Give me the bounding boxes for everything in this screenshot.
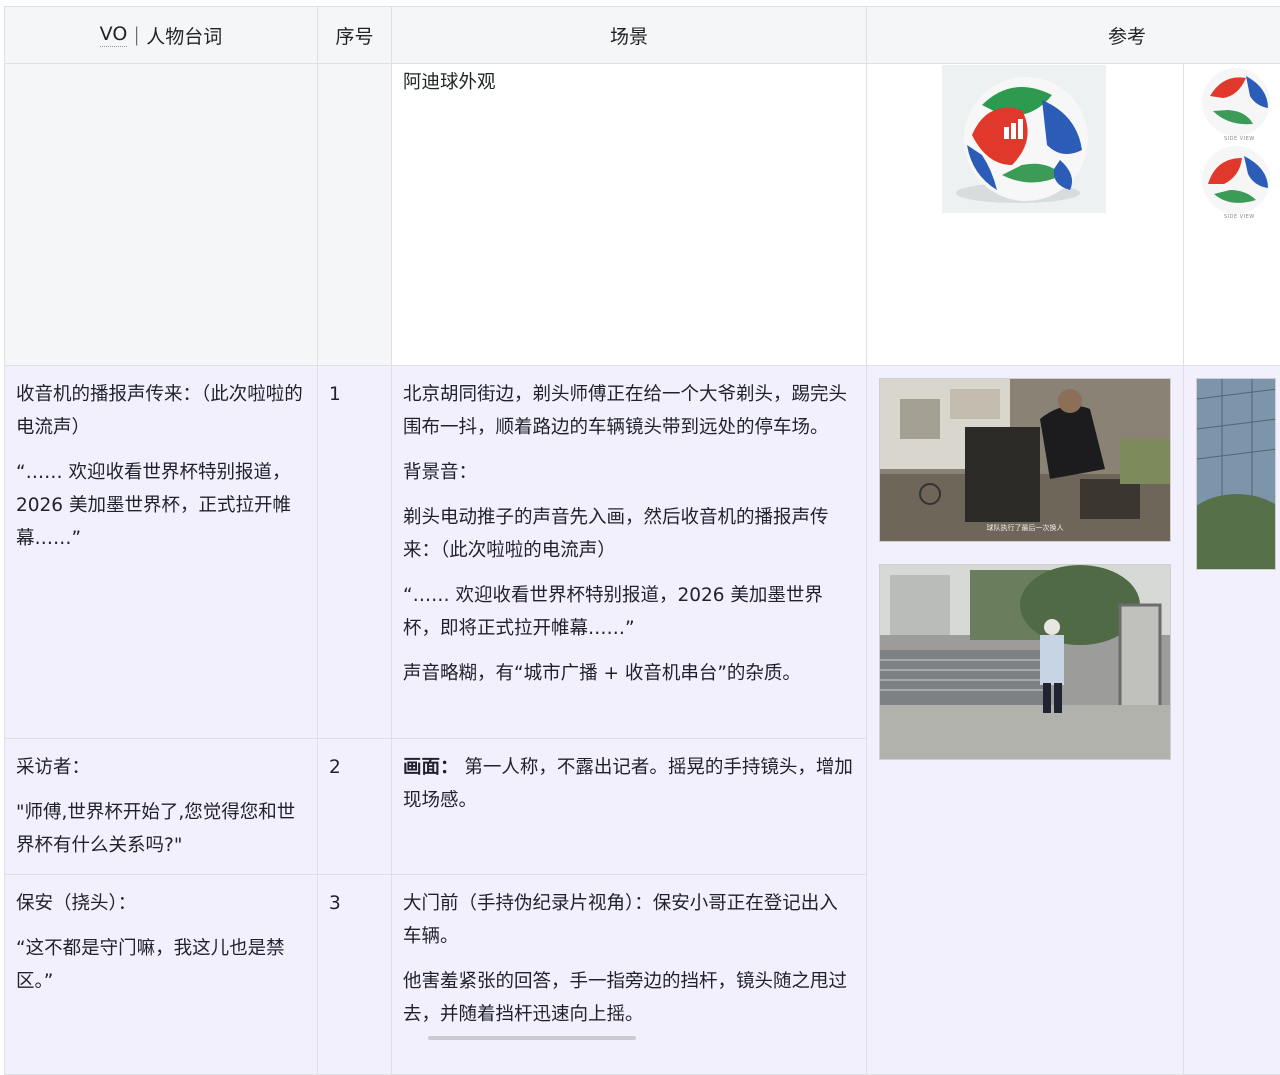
row0-reference-cell-2[interactable]: SIDE VIEW SIDE VIEW [1184,64,1280,366]
row1-vo-cell[interactable]: 收音机的播报声传来：（此次啦啦的电流声） “…… 欢迎收看世界杯特别报道，202… [4,366,318,739]
row1-scene-line-1: 北京胡同街边，剃头师傅正在给一个大爷剃头，踢完头围布一抖，顺着路边的车辆镜头带到… [403,384,848,438]
row1-scene-line-2: 背景音： [403,462,478,483]
ball-image[interactable] [942,65,1106,213]
row1-scene-cell[interactable]: 北京胡同街边，剃头师傅正在给一个大爷剃头，踢完头围布一抖，顺着路边的车辆镜头带到… [392,366,867,739]
row3-index-cell[interactable]: 3 [318,875,392,1075]
side-view-label-top: SIDE VIEW [1224,136,1255,142]
row1-vo-line-1: 收音机的播报声传来：（此次啦啦的电流声） [16,384,303,438]
header-index[interactable]: 序号 [318,6,392,64]
row2-scene-cell[interactable]: 画面： 第一人称，不露出记者。摇晃的手持镜头，增加现场感。 [392,739,867,875]
row2-scene-text: 画面： 第一人称，不露出记者。摇晃的手持镜头，增加现场感。 [403,751,855,817]
ball-side-image-top[interactable]: SIDE VIEW [1198,66,1274,142]
row3-scene-line-1: 大门前（手持伪纪录片视角）：保安小哥正在登记出入车辆。 [403,893,838,947]
row0-scene-cell[interactable]: 阿迪球外观 [392,64,867,366]
row1-index: 1 [329,384,341,405]
barber-street-photo[interactable]: 球队执行了最后一次换人 [879,378,1171,542]
barber-photo-caption: 球队执行了最后一次换人 [986,524,1064,532]
header-reference-label: 参考 [1107,25,1146,48]
row2-index: 2 [329,757,341,778]
row1-vo-line-2: “…… 欢迎收看世界杯特别报道，2026 美加墨世界杯，正式拉开帷幕……” [16,462,291,549]
row2-scene-rest: 第一人称，不露出记者。摇晃的手持镜头，增加现场感。 [403,757,853,811]
row3-vo-line-1: 保安（挠头）： [16,893,137,914]
row0-scene-text: 阿迪球外观 [403,72,496,93]
header-vo-abbr: VO [99,23,128,47]
row2-vo-cell[interactable]: 采访者： "师傅,世界杯开始了,您觉得您和世界杯有什么关系吗?" [4,739,318,875]
header-reference[interactable]: 参考 [867,6,1280,64]
row0-index-cell[interactable] [318,64,392,366]
horizontal-scrollbar[interactable] [428,1036,636,1040]
row2-scene-bold: 画面： [403,757,459,778]
building-photo[interactable] [1196,378,1276,570]
rows1-3-reference-cell-2[interactable] [1184,366,1280,1075]
row3-index: 3 [329,893,341,914]
row1-scene-line-4: “…… 欢迎收看世界杯特别报道，2026 美加墨世界杯，即将正式拉开帷幕……” [403,585,823,639]
row3-vo-line-2: “这不都是守门嘛，我这儿也是禁区。” [16,938,285,992]
rows1-3-reference-cell[interactable]: 球队执行了最后一次换人 [867,366,1184,1075]
header-scene[interactable]: 场景 [392,6,867,64]
row0-vo-cell[interactable] [4,64,318,366]
row0-reference-cell[interactable] [867,64,1184,366]
row1-scene-line-5: 声音略糊，有“城市广播 + 收音机串台”的杂质。 [403,663,801,684]
row3-scene-line-2: 他害羞紧张的回答，手一指旁边的挡杆，镜头随之甩过去，并随着挡杆迅速向上摇。 [403,971,848,1025]
security-guard-photo[interactable] [879,564,1171,760]
row2-vo-line-2: "师傅,世界杯开始了,您觉得您和世界杯有什么关系吗?" [16,802,296,856]
row2-index-cell[interactable]: 2 [318,739,392,875]
script-table: VO ｜人物台词 序号 场景 参考 阿迪球外观 SIDE VIEW SIDE V… [4,6,1280,1075]
header-vo-label: ｜人物台词 [127,25,223,48]
row3-vo-cell[interactable]: 保安（挠头）： “这不都是守门嘛，我这儿也是禁区。” [4,875,318,1075]
row2-vo-line-1: 采访者： [16,757,91,778]
ball-side-image-bottom[interactable]: SIDE VIEW [1198,144,1274,220]
row1-scene-line-3: 剃头电动推子的声音先入画，然后收音机的播报声传来：（此次啦啦的电流声） [403,507,829,561]
row3-scene-cell[interactable]: 大门前（手持伪纪录片视角）：保安小哥正在登记出入车辆。 他害羞紧张的回答，手一指… [392,875,867,1075]
header-vo[interactable]: VO ｜人物台词 [4,6,318,64]
side-view-label-bottom: SIDE VIEW [1224,214,1255,220]
row1-index-cell[interactable]: 1 [318,366,392,739]
